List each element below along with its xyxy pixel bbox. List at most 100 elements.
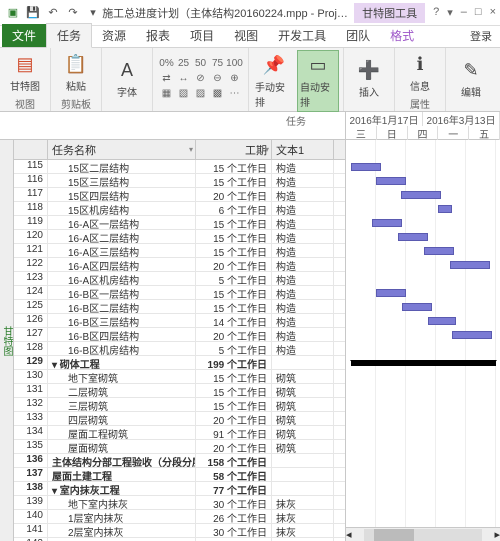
tab-view[interactable]: 视图 [224,24,268,47]
table-row[interactable]: 11615区三层结构15 个工作日构造 [14,174,345,188]
scroll-right-icon[interactable]: ▸ [494,528,500,541]
gantt-bar[interactable] [452,331,492,339]
tab-report[interactable]: 报表 [136,24,180,47]
group-info-label: 属性 [410,95,430,112]
table-row[interactable]: 133四层砌筑20 个工作日砌筑 [14,412,345,426]
ribbon-opts-icon[interactable]: ▾ [447,6,453,19]
scroll-left-icon[interactable]: ◂ [346,528,352,541]
col-duration[interactable]: 工期▾ [196,140,272,159]
tab-team[interactable]: 团队 [336,24,380,47]
window-controls: ? ▾ – □ × [433,6,496,19]
help-icon[interactable]: ? [433,6,439,19]
tab-format[interactable]: 格式 [380,24,424,47]
redo-icon[interactable]: ↷ [64,4,82,22]
col-id[interactable] [14,140,48,159]
save-icon[interactable]: 💾 [24,4,42,22]
table-row[interactable]: 130地下室砌筑15 个工作日砌筑 [14,370,345,384]
font-icon: A [115,58,139,82]
gantt-bar[interactable] [372,219,402,227]
table-row[interactable]: 12616-B区三层结构14 个工作日构造 [14,314,345,328]
info-icon: ℹ [408,52,432,76]
scroll-thumb[interactable] [374,529,414,541]
table-row[interactable]: 12516-B区二层结构15 个工作日构造 [14,300,345,314]
group-insert: ➕插入 [344,48,395,111]
auto-schedule-button[interactable]: ▭自动安排 [297,50,339,112]
table-row[interactable]: 136主体结构分部工程验收（分段分层）158 个工作日 [14,454,345,468]
gantt-scrollbar[interactable]: ◂ ▸ [346,527,500,541]
col-text1[interactable]: 文本1 [272,140,334,159]
gantt-bar[interactable] [438,205,452,213]
col-name[interactable]: 任务名称▾ [48,140,196,159]
gantt-bar[interactable] [450,261,490,269]
table-row[interactable]: 12216-A区四层结构20 个工作日构造 [14,258,345,272]
document-title: 施工总进度计划（主体结构20160224.mpp - Proj… [102,5,348,21]
scroll-track[interactable] [364,529,483,541]
schedule-mini-grid[interactable]: 0%255075100 ⇄↔⊘⊖⊕ ▦▧▨▩⋯ [159,57,243,101]
group-clipboard-label: 剪贴板 [61,95,91,112]
tab-file[interactable]: 文件 [2,24,46,47]
gantt-bar[interactable] [424,247,454,255]
quick-access: ▣ 💾 ↶ ↷ ▾ [4,4,102,22]
table-row[interactable]: 11715区四层结构20 个工作日构造 [14,188,345,202]
tab-resource[interactable]: 资源 [92,24,136,47]
login-link[interactable]: 登录 [462,25,500,47]
table-row[interactable]: 135屋面砌筑20 个工作日砌筑 [14,440,345,454]
tab-dev[interactable]: 开发工具 [268,24,336,47]
table-row[interactable]: 129▾ 砌体工程199 个工作日 [14,356,345,370]
chevron-down-icon[interactable]: ▾ [265,145,269,154]
table-row[interactable]: 137屋面土建工程58 个工作日 [14,468,345,482]
gantt-bar[interactable] [401,191,441,199]
table-row[interactable]: 139地下室内抹灰30 个工作日抹灰 [14,496,345,510]
tab-task[interactable]: 任务 [46,23,92,48]
table-row[interactable]: 12416-B区一层结构15 个工作日构造 [14,286,345,300]
group-schedule-mini: 0%255075100 ⇄↔⊘⊖⊕ ▦▧▨▩⋯ [153,48,249,111]
contextual-tool-label: 甘特图工具 [354,3,425,23]
table-row[interactable]: 12716-B区四层结构20 个工作日构造 [14,328,345,342]
group-view-label: 视图 [15,95,35,112]
gantt-bar[interactable] [376,289,406,297]
tab-project[interactable]: 项目 [180,24,224,47]
gantt-summary-bar[interactable] [351,360,496,366]
table-row[interactable]: 12816-B区机房结构5 个工作日构造 [14,342,345,356]
table-row[interactable]: 138▾ 室内抹灰工程77 个工作日 [14,482,345,496]
gantt-view-button[interactable]: ▤甘特图 [4,50,46,95]
auto-icon: ▭ [306,53,330,77]
gantt-chart[interactable]: ◂ ▸ [346,140,500,541]
table-row[interactable]: 12116-A区三层结构15 个工作日构造 [14,244,345,258]
manual-icon: 📌 [262,53,286,77]
table-row[interactable]: 1401层室内抹灰26 个工作日抹灰 [14,510,345,524]
manual-schedule-button[interactable]: 📌手动安排 [253,51,295,111]
edit-button[interactable]: ✎编辑 [450,56,492,101]
minimize-icon[interactable]: – [461,6,467,19]
gantt-bar[interactable] [351,163,381,171]
table-row[interactable]: 12316-A区机房结构5 个工作日构造 [14,272,345,286]
table-row[interactable]: 11815区机房结构6 个工作日构造 [14,202,345,216]
gantt-bar[interactable] [376,177,406,185]
gantt-bar[interactable] [402,303,432,311]
maximize-icon[interactable]: □ [475,6,482,19]
paste-button[interactable]: 📋粘贴 [55,50,97,95]
table-row[interactable]: 12016-A区二层结构15 个工作日构造 [14,230,345,244]
undo-icon[interactable]: ↶ [44,4,62,22]
table-row[interactable]: 131二层砌筑15 个工作日砌筑 [14,384,345,398]
group-tasks: 📌手动安排 ▭自动安排 任务 [249,48,344,111]
chevron-down-icon[interactable]: ▾ [189,145,193,154]
side-label[interactable]: 甘特图 [0,140,14,541]
qa-dropdown-icon[interactable]: ▾ [84,4,102,22]
gantt-bar[interactable] [398,233,428,241]
table-row[interactable]: 11916-A区一层结构15 个工作日构造 [14,216,345,230]
table-header: 任务名称▾ 工期▾ 文本1 [14,140,345,160]
close-icon[interactable]: × [490,6,496,19]
timeline-header: 2016年1月17日2016年3月13日 三日四一五 [0,112,500,140]
font-button[interactable]: A字体 [106,56,148,101]
table-row[interactable]: 134屋面工程砌筑91 个工作日砌筑 [14,426,345,440]
group-view: ▤甘特图 视图 [0,48,51,111]
insert-button[interactable]: ➕插入 [348,56,390,101]
table-row[interactable]: 1412层室内抹灰30 个工作日抹灰 [14,524,345,538]
gantt-bar[interactable] [428,317,456,325]
grid-wrap: 甘特图 任务名称▾ 工期▾ 文本1 11515区二层结构15 个工作日构造116… [0,140,500,541]
info-button[interactable]: ℹ信息 [399,50,441,95]
table-row[interactable]: 132三层砌筑15 个工作日砌筑 [14,398,345,412]
table-row[interactable]: 11515区二层结构15 个工作日构造 [14,160,345,174]
app-icon[interactable]: ▣ [4,4,22,22]
